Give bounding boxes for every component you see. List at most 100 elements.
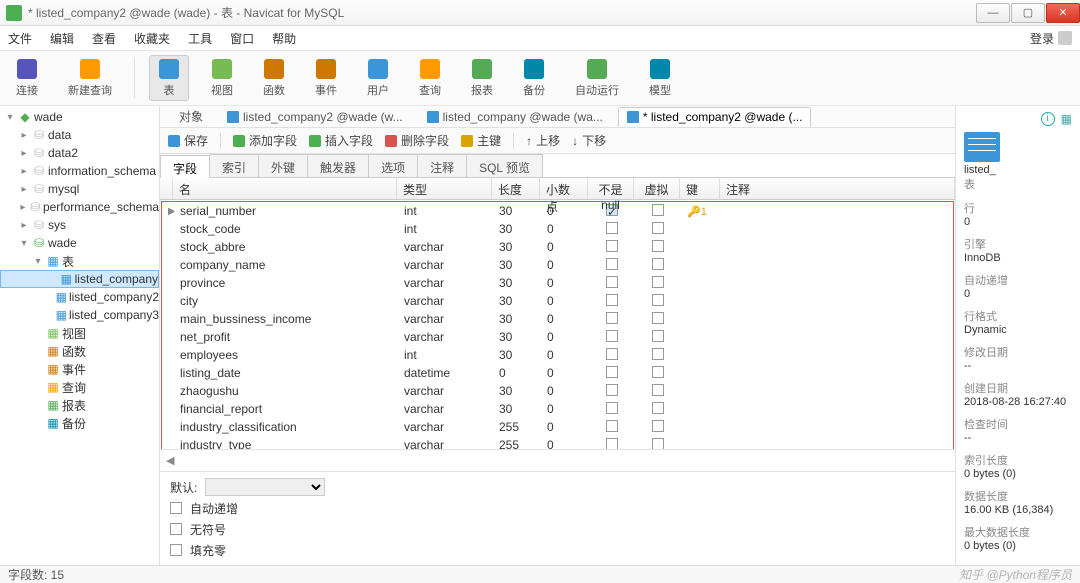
field-name[interactable]: net_profit xyxy=(174,330,398,344)
field-type[interactable]: int xyxy=(398,222,493,236)
grid-toggle-icon[interactable]: ▦ xyxy=(1061,112,1072,126)
maximize-button[interactable]: ▢ xyxy=(1011,3,1045,23)
field-virtual[interactable] xyxy=(635,402,681,417)
tree-view[interactable]: ▦视图 xyxy=(0,324,159,342)
field-row[interactable]: main_bussiness_income varchar 30 0 xyxy=(162,310,953,328)
toolbar-backup[interactable]: 备份 xyxy=(515,56,553,100)
field-notnull[interactable] xyxy=(589,294,635,309)
field-notnull[interactable] xyxy=(589,366,635,381)
grid-header-virt[interactable]: 虚拟 xyxy=(634,178,680,199)
field-row[interactable]: employees int 30 0 xyxy=(162,346,953,364)
field-row[interactable]: stock_abbre varchar 30 0 xyxy=(162,238,953,256)
field-notnull[interactable] xyxy=(589,222,635,237)
tree-query[interactable]: ▦查询 xyxy=(0,378,159,396)
field-type[interactable]: varchar xyxy=(398,330,493,344)
field-len[interactable]: 255 xyxy=(493,438,541,449)
field-type[interactable]: varchar xyxy=(398,258,493,272)
field-len[interactable]: 30 xyxy=(493,258,541,272)
field-notnull[interactable] xyxy=(589,438,635,450)
field-name[interactable]: financial_report xyxy=(174,402,398,416)
field-dec[interactable]: 0 xyxy=(541,348,589,362)
tree-table-listed_company3[interactable]: ▦listed_company3 xyxy=(0,306,159,324)
field-len[interactable]: 30 xyxy=(493,348,541,362)
toolbar-report[interactable]: 报表 xyxy=(463,56,501,100)
field-type[interactable]: int xyxy=(398,348,493,362)
field-type[interactable]: varchar xyxy=(398,294,493,308)
field-row[interactable]: stock_code int 30 0 xyxy=(162,220,953,238)
subtab-0[interactable]: 字段 xyxy=(160,155,210,178)
field-notnull[interactable] xyxy=(589,276,635,291)
field-len[interactable]: 30 xyxy=(493,204,541,218)
tree-db-open[interactable]: ▾⛁wade xyxy=(0,234,159,252)
field-row[interactable]: province varchar 30 0 xyxy=(162,274,953,292)
field-name[interactable]: stock_code xyxy=(174,222,398,236)
toolbar-view[interactable]: 视图 xyxy=(203,56,241,100)
field-notnull[interactable] xyxy=(589,330,635,345)
content-tab[interactable]: * listed_company2 @wade (... xyxy=(618,107,812,127)
field-virtual[interactable] xyxy=(635,204,681,219)
tree-backup[interactable]: ▦备份 xyxy=(0,414,159,432)
twist-icon[interactable]: ▸ xyxy=(18,166,30,177)
subtab-3[interactable]: 触发器 xyxy=(307,154,369,177)
subtab-6[interactable]: SQL 预览 xyxy=(466,154,543,177)
insert-field-button[interactable]: 插入字段 xyxy=(309,132,373,149)
field-virtual[interactable] xyxy=(635,348,681,363)
field-row[interactable]: zhaogushu varchar 30 0 xyxy=(162,382,953,400)
menu-file[interactable]: 文件 xyxy=(8,30,32,47)
field-virtual[interactable] xyxy=(635,384,681,399)
field-len[interactable]: 30 xyxy=(493,312,541,326)
field-type[interactable]: varchar xyxy=(398,312,493,326)
twist-icon[interactable]: ▸ xyxy=(18,184,30,195)
field-dec[interactable]: 0 xyxy=(541,330,589,344)
field-len[interactable]: 30 xyxy=(493,294,541,308)
twist-icon[interactable]: ▸ xyxy=(18,220,30,231)
field-virtual[interactable] xyxy=(635,276,681,291)
subtab-4[interactable]: 选项 xyxy=(368,154,418,177)
menu-window[interactable]: 窗口 xyxy=(230,30,254,47)
auto-inc-checkbox[interactable] xyxy=(170,502,182,514)
grid-header-comment[interactable]: 注释 xyxy=(720,178,955,199)
content-tab[interactable]: listed_company2 @wade (w... xyxy=(218,107,412,127)
field-type[interactable]: varchar xyxy=(398,384,493,398)
field-virtual[interactable] xyxy=(635,366,681,381)
field-dec[interactable]: 0 xyxy=(541,258,589,272)
grid-header-key[interactable]: 键 xyxy=(680,178,720,199)
move-up-button[interactable]: ↑ 上移 xyxy=(526,132,560,149)
field-virtual[interactable] xyxy=(635,222,681,237)
field-virtual[interactable] xyxy=(635,258,681,273)
tree-db-mysql[interactable]: ▸⛁mysql xyxy=(0,180,159,198)
field-name[interactable]: main_bussiness_income xyxy=(174,312,398,326)
row-handle[interactable]: ▶ xyxy=(162,206,174,217)
field-row[interactable]: city varchar 30 0 xyxy=(162,292,953,310)
tree-event[interactable]: ▦事件 xyxy=(0,360,159,378)
field-row[interactable]: industry_classification varchar 255 0 xyxy=(162,418,953,436)
field-row[interactable]: financial_report varchar 30 0 xyxy=(162,400,953,418)
field-type[interactable]: varchar xyxy=(398,402,493,416)
field-key[interactable]: 🔑1 xyxy=(681,204,721,218)
twist-icon[interactable]: ▾ xyxy=(4,112,16,123)
toolbar-plug[interactable]: 连接 xyxy=(8,56,46,100)
field-dec[interactable]: 0 xyxy=(541,384,589,398)
tree-db-information_schema[interactable]: ▸⛁information_schema xyxy=(0,162,159,180)
minimize-button[interactable]: — xyxy=(976,3,1010,23)
save-button[interactable]: 保存 xyxy=(168,132,208,149)
field-dec[interactable]: 0 xyxy=(541,420,589,434)
field-dec[interactable]: 0 xyxy=(541,402,589,416)
toolbar-auto[interactable]: 自动运行 xyxy=(567,56,627,100)
field-type[interactable]: varchar xyxy=(398,420,493,434)
subtab-1[interactable]: 索引 xyxy=(209,154,259,177)
field-dec[interactable]: 0 xyxy=(541,438,589,449)
grid-header-null[interactable]: 不是 null xyxy=(588,178,634,199)
twist-icon[interactable]: ▾ xyxy=(18,238,30,249)
grid-header-type[interactable]: 类型 xyxy=(397,178,492,199)
default-select[interactable] xyxy=(205,478,325,496)
login-button[interactable]: 登录 xyxy=(1030,30,1072,47)
tree-fx[interactable]: ▦函数 xyxy=(0,342,159,360)
field-row[interactable]: net_profit varchar 30 0 xyxy=(162,328,953,346)
menu-edit[interactable]: 编辑 xyxy=(50,30,74,47)
tree-tables[interactable]: ▾▦表 xyxy=(0,252,159,270)
subtab-2[interactable]: 外键 xyxy=(258,154,308,177)
grid-nav[interactable]: ◀ xyxy=(160,449,955,471)
field-type[interactable]: varchar xyxy=(398,240,493,254)
unsigned-checkbox[interactable] xyxy=(170,523,182,535)
